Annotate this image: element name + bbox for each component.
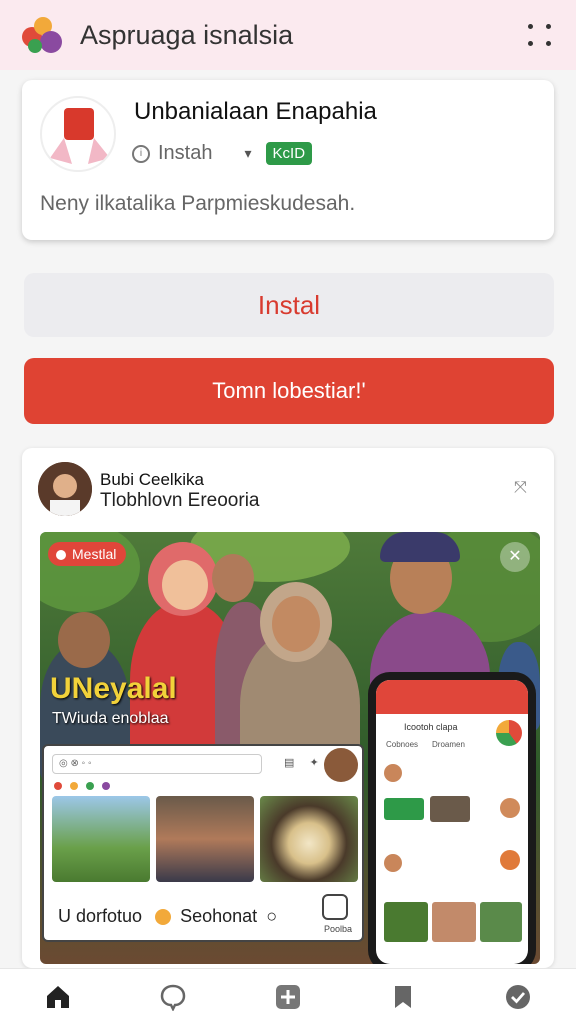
- phone-tab-2: Droamen: [432, 740, 465, 749]
- phone-title: Icootoh clapa: [404, 722, 458, 732]
- bookmark-icon[interactable]: [383, 977, 423, 1017]
- phone-avatar: [500, 850, 520, 870]
- phone-thumb: [480, 902, 522, 942]
- phone-thumb: [432, 902, 476, 942]
- app-meta-row: i Instah ▾ KcID: [132, 142, 313, 165]
- bottom-navigation: [0, 968, 576, 1024]
- app-avatar: [40, 96, 116, 172]
- phone-screen: Icootoh clapa Cobnoes Droamen: [376, 680, 528, 964]
- mockup-address-bar: ◎ ⊗ ◦ ◦: [52, 754, 262, 774]
- mockup-footer-label: Poolba: [323, 924, 352, 934]
- info-circle-icon: i: [132, 144, 150, 163]
- mockup-toolbar-icons: ▤ ✦: [284, 757, 325, 769]
- install-button[interactable]: Instal: [24, 273, 554, 337]
- mockup-chips: [54, 782, 110, 790]
- app-badge: KcID: [265, 142, 313, 165]
- post-author-avatar[interactable]: [38, 462, 92, 516]
- image-tag: Mestlal: [48, 542, 127, 566]
- chat-bubble-icon[interactable]: [153, 977, 193, 1017]
- app-source-label: Instah: [158, 142, 213, 164]
- phone-thumb: [430, 796, 470, 822]
- mockup-thumb-kids: [156, 796, 254, 882]
- check-circle-icon[interactable]: [498, 977, 538, 1017]
- overlay-title: UNeyalal: [50, 672, 177, 705]
- expand-icon[interactable]: ⤧: [514, 480, 530, 496]
- post-image[interactable]: Mestlal ✕ UNeyalal TWiuda enoblaa ◎ ⊗ ◦ …: [40, 532, 540, 964]
- phone-green-button: [384, 798, 424, 820]
- app-logo-icon: [18, 13, 70, 57]
- phone-tab-1: Cobnoes: [386, 740, 419, 749]
- post-subtitle: Tlobhlovn Ereooria: [100, 490, 260, 511]
- phone-header: [376, 680, 528, 714]
- post-card: Bubi Ceelkika Tlobhlovn Ereooria ⤧ Mestl…: [22, 448, 554, 968]
- top-app-bar: Aspruaga isnalsia: [0, 0, 576, 70]
- chevron-down-icon[interactable]: ▾: [244, 145, 251, 162]
- phone-avatar: [500, 798, 520, 818]
- mockup-thumb-food: [260, 796, 358, 882]
- mockup-avatar: [322, 746, 360, 784]
- app-info-card: Unbanialaan Enapahia i Instah ▾ KcID Nen…: [22, 80, 554, 240]
- mockup-thumb-park: [52, 796, 150, 882]
- emoji-icon: [155, 909, 172, 926]
- primary-action-button[interactable]: Tomn lobestiar!': [24, 358, 554, 424]
- overlay-subtitle: TWiuda enoblaa: [52, 710, 169, 727]
- circle-icon: ○: [266, 906, 278, 926]
- phone-thumb: [384, 902, 428, 942]
- share-icon: [322, 894, 348, 920]
- phone-mockup: Icootoh clapa Cobnoes Droamen: [368, 672, 536, 964]
- close-icon[interactable]: ✕: [500, 542, 530, 572]
- app-title: Aspruaga isnalsia: [80, 19, 294, 50]
- app-name: Unbanialaan Enapahia: [134, 98, 377, 125]
- phone-chart-icon: [496, 720, 522, 746]
- post-author-name[interactable]: Bubi Ceelkika: [100, 470, 204, 490]
- mockup-footer: U dorfotuo Seohonat ○: [58, 906, 278, 926]
- add-icon[interactable]: [268, 977, 308, 1017]
- more-dots-icon[interactable]: [522, 17, 558, 53]
- home-icon[interactable]: [38, 977, 78, 1017]
- app-description: Neny ilkatalika Parpmieskudesah.: [40, 192, 356, 215]
- browser-mockup: ◎ ⊗ ◦ ◦ ▤ ✦ U dorfotuo Seohonat ○ Poolba: [42, 744, 364, 942]
